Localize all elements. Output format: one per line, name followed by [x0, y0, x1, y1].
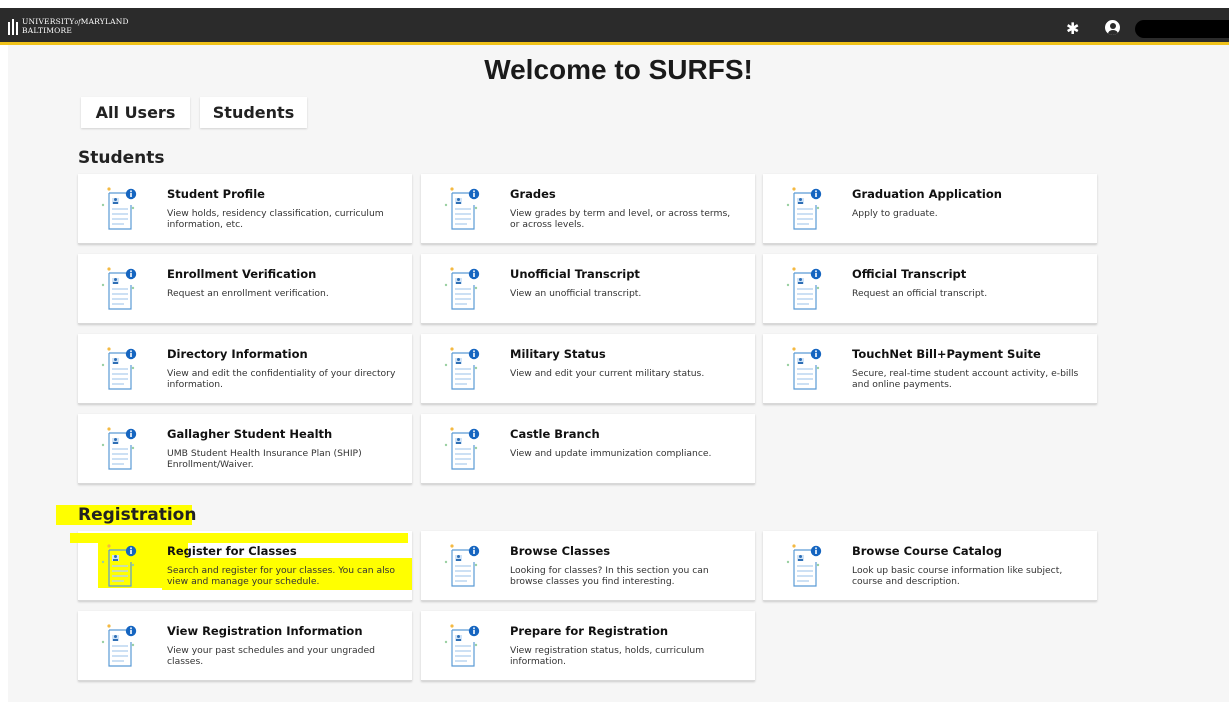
- document-info-icon: [443, 186, 483, 230]
- section-heading-students: Students: [78, 148, 165, 168]
- document-info-icon: [443, 426, 483, 470]
- card-enrollment-verification[interactable]: Enrollment Verification Request an enrol…: [78, 254, 412, 324]
- card-title: Official Transcript: [852, 267, 967, 281]
- document-info-icon: [443, 266, 483, 310]
- document-info-icon: [100, 266, 140, 310]
- card-browse-classes[interactable]: Browse Classes Looking for classes? In t…: [421, 531, 755, 601]
- card-title: Prepare for Registration: [510, 624, 669, 638]
- card-description: Request an official transcript.: [852, 288, 988, 299]
- section-heading-registration: Registration: [78, 505, 197, 525]
- gear-icon[interactable]: ✱: [1066, 19, 1079, 38]
- card-directory-information[interactable]: Directory Information View and edit the …: [78, 334, 412, 404]
- card-title: View Registration Information: [167, 624, 363, 638]
- tab-all-users[interactable]: All Users: [81, 97, 190, 128]
- card-description: Look up basic course information like su…: [852, 565, 1063, 587]
- card-title: Unofficial Transcript: [510, 267, 640, 281]
- card-student-profile[interactable]: Student Profile View holds, residency cl…: [78, 174, 412, 244]
- document-info-icon: [100, 426, 140, 470]
- card-title: Graduation Application: [852, 187, 1002, 201]
- document-info-icon: [100, 623, 140, 667]
- card-title: Grades: [510, 187, 556, 201]
- card-title: Browse Classes: [510, 544, 611, 558]
- document-info-icon: [785, 186, 825, 230]
- university-logo[interactable]: UNIVERSITYofMARYLAND BALTIMORE: [8, 18, 129, 35]
- document-info-icon: [100, 186, 140, 230]
- card-description: Secure, real-time student account activi…: [852, 368, 1079, 390]
- document-info-icon: [443, 623, 483, 667]
- card-register-for-classes[interactable]: Register for Classes Search and register…: [70, 531, 412, 601]
- document-info-icon: [785, 543, 825, 587]
- card-official-transcript[interactable]: Official Transcript Request an official …: [763, 254, 1097, 324]
- card-view-registration-information[interactable]: View Registration Information View your …: [78, 611, 412, 681]
- card-description: Request an enrollment verification.: [167, 288, 329, 299]
- card-title: Student Profile: [167, 187, 265, 201]
- document-info-icon: [100, 543, 140, 587]
- card-castle-branch[interactable]: Castle Branch View and update immunizati…: [421, 414, 755, 484]
- user-circle-icon[interactable]: [1105, 20, 1120, 35]
- card-description: UMB Student Health Insurance Plan (SHIP)…: [167, 448, 362, 470]
- card-title: Enrollment Verification: [167, 267, 317, 281]
- card-title: TouchNet Bill+Payment Suite: [852, 347, 1041, 361]
- card-description: View and update immunization compliance.: [510, 448, 712, 459]
- card-title: Castle Branch: [510, 427, 600, 441]
- card-title: Browse Course Catalog: [852, 544, 1002, 558]
- card-description: View your past schedules and your ungrad…: [167, 645, 375, 667]
- logo-columns-icon: [8, 18, 18, 35]
- card-title: Register for Classes: [167, 544, 297, 558]
- page-title: Welcome to SURFS!: [484, 54, 753, 85]
- card-description: View registration status, holds, curricu…: [510, 645, 705, 667]
- card-title: Military Status: [510, 347, 606, 361]
- card-description: View and edit your current military stat…: [510, 368, 705, 379]
- card-description: View an unofficial transcript.: [510, 288, 642, 299]
- card-description: Apply to graduate.: [852, 208, 938, 219]
- card-grades[interactable]: Grades View grades by term and level, or…: [421, 174, 755, 244]
- card-prepare-for-registration[interactable]: Prepare for Registration View registrati…: [421, 611, 755, 681]
- document-info-icon: [443, 346, 483, 390]
- card-description: View grades by term and level, or across…: [510, 208, 731, 230]
- card-military-status[interactable]: Military Status View and edit your curre…: [421, 334, 755, 404]
- card-browse-course-catalog[interactable]: Browse Course Catalog Look up basic cour…: [763, 531, 1097, 601]
- card-touchnet-bill-payment[interactable]: TouchNet Bill+Payment Suite Secure, real…: [763, 334, 1097, 404]
- card-graduation-application[interactable]: Graduation Application Apply to graduate…: [763, 174, 1097, 244]
- logo-text: UNIVERSITYofMARYLAND BALTIMORE: [22, 17, 129, 35]
- card-description: Looking for classes? In this section you…: [510, 565, 709, 587]
- document-info-icon: [785, 346, 825, 390]
- document-info-icon: [100, 346, 140, 390]
- card-description: View holds, residency classification, cu…: [167, 208, 384, 230]
- top-bar: UNIVERSITYofMARYLAND BALTIMORE ✱: [0, 8, 1229, 45]
- redacted-username: [1135, 20, 1229, 38]
- card-unofficial-transcript[interactable]: Unofficial Transcript View an unofficial…: [421, 254, 755, 324]
- card-title: Directory Information: [167, 347, 308, 361]
- main-content: Welcome to SURFS! All Users Students Stu…: [8, 45, 1229, 702]
- card-gallagher-student-health[interactable]: Gallagher Student Health UMB Student Hea…: [78, 414, 412, 484]
- document-info-icon: [785, 266, 825, 310]
- document-info-icon: [443, 543, 483, 587]
- card-title: Gallagher Student Health: [167, 427, 333, 441]
- tab-students[interactable]: Students: [200, 97, 307, 128]
- card-description: Search and register for your classes. Yo…: [167, 565, 396, 587]
- card-description: View and edit the confidentiality of you…: [167, 368, 396, 390]
